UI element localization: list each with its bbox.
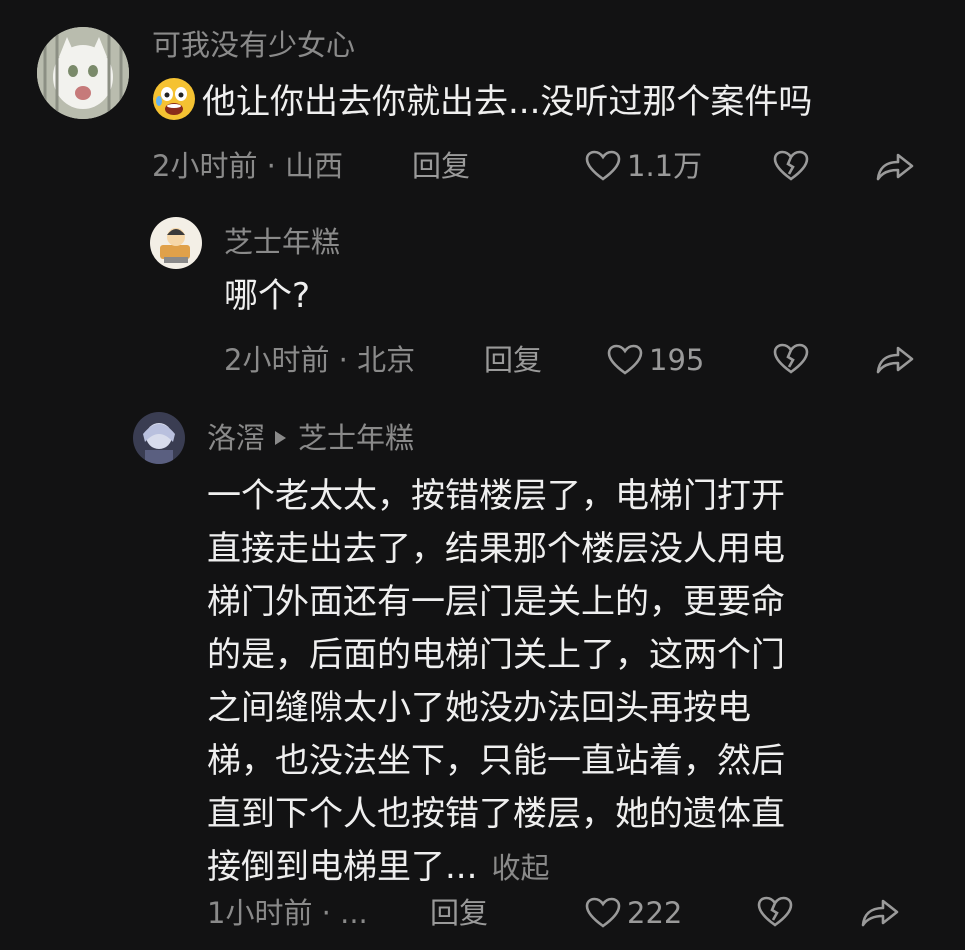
like-count: 222 (627, 896, 683, 930)
comment-line: 的是，后面的电梯门关上了，这两个门 (207, 635, 785, 675)
timestamp-location: 2小时前 · 北京 (224, 343, 416, 377)
like-button[interactable]: 1.1万 (585, 148, 702, 184)
comment-line: 梯门外面还有一层门是关上的，更要命 (207, 582, 785, 622)
avatar[interactable] (37, 27, 129, 119)
shocked-face-emoji-icon (152, 77, 196, 121)
share-arrow-icon (876, 346, 914, 374)
like-button[interactable]: 222 (585, 895, 682, 931)
share-button[interactable] (860, 898, 900, 930)
comment-line: 梯，也没法坐下，只能一直站着，然后 (207, 741, 785, 781)
broken-heart-icon (757, 896, 793, 927)
heart-outline-icon (585, 150, 621, 181)
comment-body: 他让你出去你就出去...没听过那个案件吗 (202, 82, 813, 122)
comment-line: 直接走出去了，结果那个楼层没人用电 (207, 529, 785, 569)
comment-text: 一个老太太，按错楼层了，电梯门打开 直接走出去了，结果那个楼层没人用电 梯门外面… (207, 470, 785, 895)
collapse-link[interactable]: 收起 (491, 851, 549, 885)
cartoon-avatar-image (150, 217, 202, 269)
username[interactable]: 洛滘 (207, 421, 265, 455)
cat-avatar-image (37, 27, 129, 119)
reply-to-username[interactable]: 芝士年糕 (298, 421, 414, 455)
like-button[interactable]: 195 (607, 342, 704, 378)
share-arrow-icon (876, 153, 914, 181)
dislike-button[interactable] (773, 343, 809, 377)
like-count: 195 (649, 343, 705, 377)
timestamp-location: 2小时前 · 山西 (152, 149, 344, 183)
timestamp-location: 1小时前 · ... (207, 896, 368, 930)
reply-button[interactable]: 回复 (412, 148, 470, 184)
share-arrow-icon (861, 899, 899, 927)
comment-line: 一个老太太，按错楼层了，电梯门打开 (207, 476, 785, 516)
avatar[interactable] (133, 412, 185, 464)
share-button[interactable] (875, 345, 915, 377)
reply-button[interactable]: 回复 (484, 342, 542, 378)
anime-avatar-image (133, 412, 185, 464)
share-button[interactable] (875, 152, 915, 184)
dislike-button[interactable] (773, 150, 809, 184)
comment-line: 直到下个人也按错了楼层，她的遗体直 (207, 794, 785, 834)
heart-outline-icon (607, 344, 643, 375)
comment-last-line: 接倒到电梯里了... 收起 (207, 841, 785, 895)
comment-text: 他让你出去你就出去...没听过那个案件吗 (152, 76, 812, 129)
reply-to-arrow-icon (275, 431, 287, 445)
comment-line: 接倒到电梯里了... (207, 847, 478, 887)
username-line: 洛滘 芝士年糕 (207, 420, 414, 456)
broken-heart-icon (773, 343, 809, 374)
reply-button[interactable]: 回复 (430, 895, 488, 931)
username[interactable]: 芝士年糕 (224, 224, 340, 260)
like-count: 1.1万 (627, 149, 703, 183)
username[interactable]: 可我没有少女心 (152, 27, 355, 63)
comment-thread: 可我没有少女心 他让你出去你就出去...没听过那个案件吗 2小时前 · 山西 回… (0, 0, 965, 950)
avatar[interactable] (150, 217, 202, 269)
heart-outline-icon (585, 897, 621, 928)
dislike-button[interactable] (757, 896, 793, 930)
comment-line: 之间缝隙太小了她没办法回头再按电 (207, 688, 751, 728)
comment-text: 哪个? (224, 276, 311, 316)
broken-heart-icon (773, 150, 809, 181)
